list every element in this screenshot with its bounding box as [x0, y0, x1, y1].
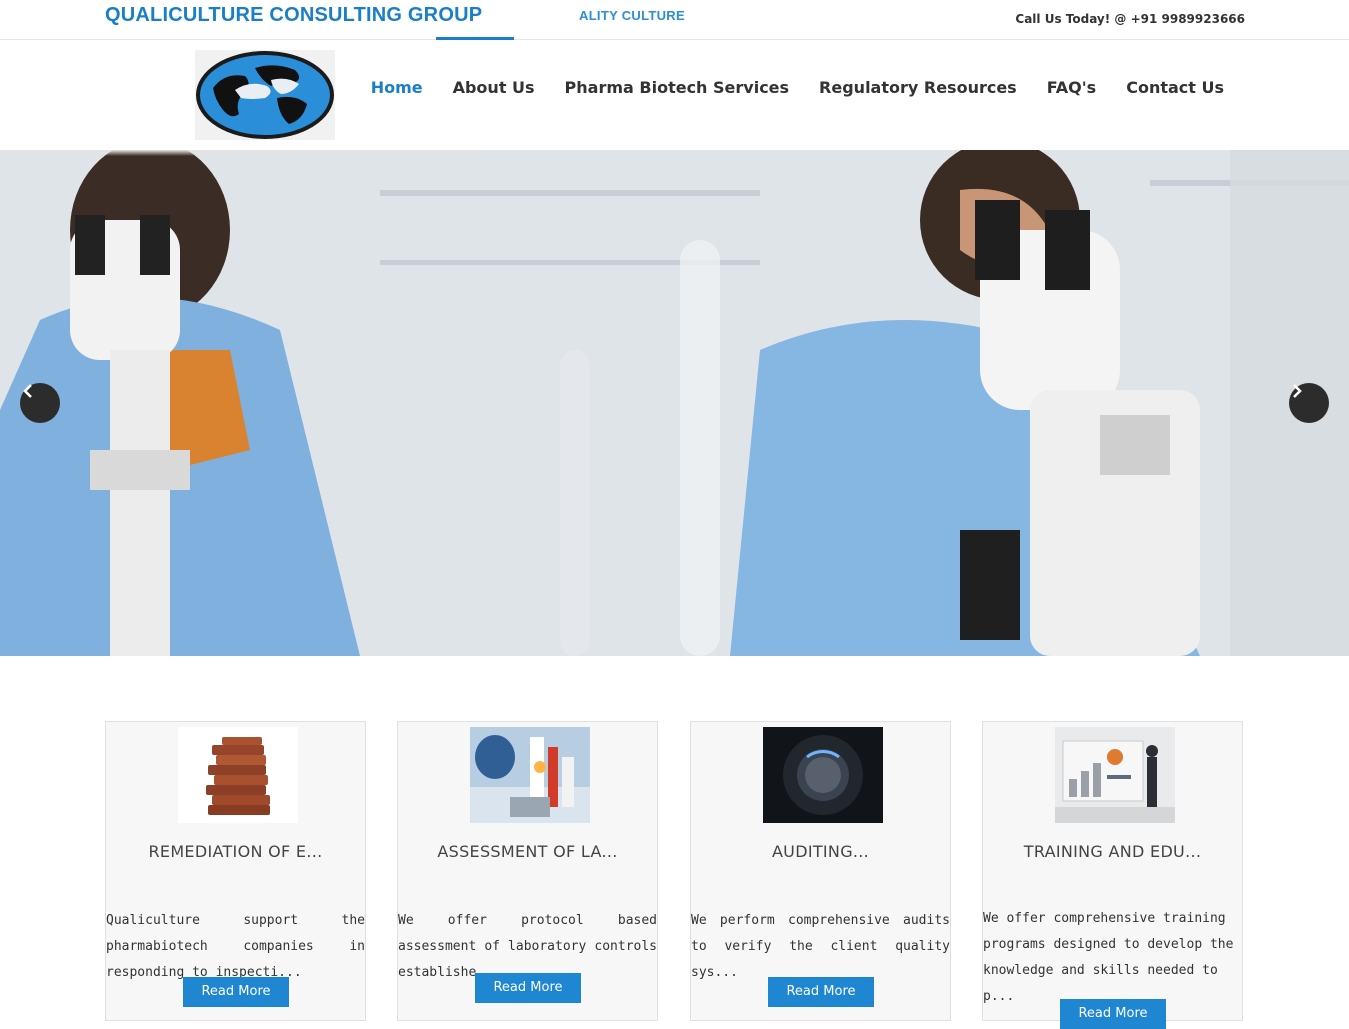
card-description: We perform comprehensive audits to verif…: [691, 913, 950, 980]
card-title[interactable]: ASSESSMENT OF LA...: [398, 842, 657, 861]
top-bar: QUALICULTURE CONSULTING GROUP ALITY CULT…: [0, 0, 1349, 40]
call-us-phone[interactable]: Call Us Today! @ +91 9989923666: [1015, 12, 1245, 26]
service-card-training: TRAINING AND EDU... We offer comprehensi…: [982, 721, 1243, 1029]
slider-next-button[interactable]: [1289, 383, 1329, 423]
service-card-remediation: REMEDIATION OF E... Qualiculture support…: [105, 721, 366, 1021]
header-shadow: [0, 150, 484, 156]
chevron-left-icon: [23, 384, 32, 398]
nav-item-faqs[interactable]: FAQ's: [1047, 78, 1097, 97]
read-more-button[interactable]: Read More: [768, 977, 874, 1007]
read-more-button[interactable]: Read More: [183, 977, 289, 1007]
lab-microscope-hero-image: [0, 150, 1349, 656]
card-title[interactable]: TRAINING AND EDU...: [983, 842, 1242, 861]
read-more-button[interactable]: Read More: [475, 973, 581, 1003]
card-description: We offer comprehensive training programs…: [983, 911, 1234, 1004]
nav-item-regulatory-resources[interactable]: Regulatory Resources: [819, 78, 1017, 97]
slider-prev-button[interactable]: [20, 383, 60, 423]
quality-dial-image: [763, 727, 883, 823]
chevron-right-icon: [1293, 384, 1302, 398]
card-title[interactable]: REMEDIATION OF E...: [106, 842, 365, 861]
site-tagline: ALITY CULTURE: [579, 8, 685, 23]
site-header: Home About Us Pharma Biotech Services Re…: [0, 40, 1349, 150]
service-card-auditing: AUDITING... We perform comprehensive aud…: [690, 721, 951, 1021]
training-board-image: [1055, 727, 1175, 823]
nav-item-pharma-biotech-services[interactable]: Pharma Biotech Services: [565, 78, 790, 97]
hero-slider: [0, 150, 1349, 656]
service-card-assessment: ASSESSMENT OF LA... We offer protocol ba…: [397, 721, 658, 1021]
read-more-button[interactable]: Read More: [1060, 999, 1166, 1029]
card-description: Qualiculture support the pharmabiotech c…: [106, 913, 365, 980]
nav-item-contact-us[interactable]: Contact Us: [1126, 78, 1224, 97]
site-brand-title[interactable]: QUALICULTURE CONSULTING GROUP: [105, 4, 482, 27]
nav-item-about-us[interactable]: About Us: [453, 78, 535, 97]
main-nav: Home About Us Pharma Biotech Services Re…: [371, 78, 1224, 97]
stacked-books-image: [178, 727, 298, 823]
nav-item-home[interactable]: Home: [371, 78, 423, 97]
globe-logo-icon: [196, 51, 334, 139]
card-title[interactable]: AUDITING...: [691, 842, 950, 861]
site-logo[interactable]: [195, 50, 335, 140]
laboratory-image: [470, 727, 590, 823]
